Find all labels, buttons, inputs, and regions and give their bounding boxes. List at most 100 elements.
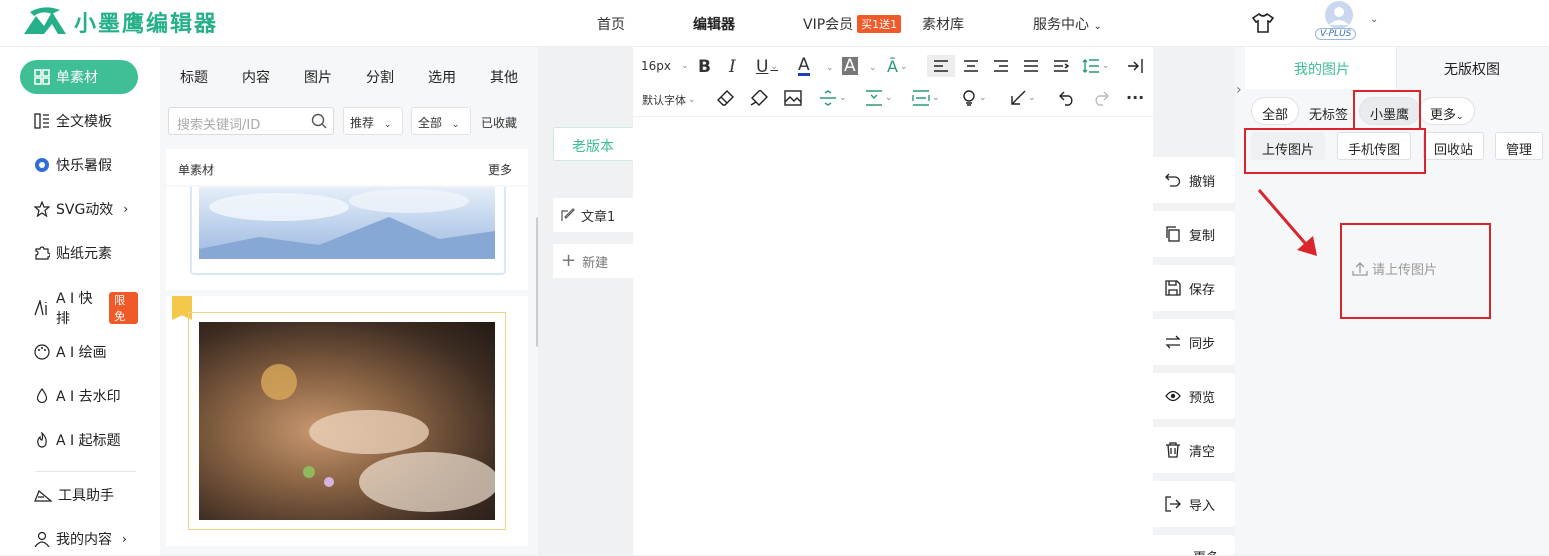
paragraph-spacing-icon[interactable]: ⌄ bbox=[865, 90, 893, 106]
tshirt-icon[interactable] bbox=[1252, 13, 1274, 33]
margin-icon[interactable]: ⌄ bbox=[912, 90, 940, 106]
section-more-link[interactable]: 更多 bbox=[488, 161, 512, 178]
tab-other[interactable]: 其他 bbox=[490, 67, 518, 87]
annotation-arrow-icon bbox=[1257, 189, 1317, 256]
material-card-sky[interactable] bbox=[166, 187, 528, 290]
lightbulb-icon[interactable]: ⌄ bbox=[961, 90, 987, 106]
material-card-photo[interactable] bbox=[166, 296, 528, 546]
background-color-icon[interactable]: A bbox=[842, 57, 858, 75]
nav-editor[interactable]: 编辑器 bbox=[693, 14, 735, 34]
more-button[interactable]: 更多 bbox=[1153, 535, 1235, 555]
collapse-chevron-icon[interactable]: › bbox=[1236, 82, 1242, 98]
sky-image bbox=[199, 187, 495, 259]
chevron-down-icon[interactable]: ⌄ bbox=[869, 63, 877, 73]
sidebar-item-ai-watermark[interactable]: A I 去水印 bbox=[20, 379, 138, 413]
align-right-icon[interactable] bbox=[993, 59, 1009, 73]
soccer-ball-icon bbox=[35, 158, 49, 172]
text-effect-icon[interactable]: Ā ⌄ bbox=[887, 57, 908, 76]
editor-canvas[interactable] bbox=[633, 47, 1153, 555]
search-icon[interactable] bbox=[311, 113, 327, 129]
tab-free-images-label: 无版权图 bbox=[1444, 62, 1500, 78]
old-version-button[interactable]: 老版本 bbox=[553, 127, 633, 161]
format-brush-icon[interactable] bbox=[750, 90, 768, 106]
clear-button[interactable]: 清空 bbox=[1153, 427, 1235, 473]
undo-icon[interactable] bbox=[1059, 90, 1075, 106]
italic-icon[interactable]: I bbox=[729, 57, 736, 77]
font-size-select[interactable]: 16px ⌄ bbox=[641, 59, 689, 73]
chip-more-label: 更多 bbox=[1430, 108, 1457, 123]
chip-all[interactable]: 全部 bbox=[1251, 97, 1300, 125]
highlight-box-upload bbox=[1244, 128, 1426, 174]
more-options-icon[interactable]: ··· bbox=[1126, 88, 1144, 107]
sidebar-item-summer[interactable]: 快乐暑假 bbox=[20, 148, 138, 182]
tab-used[interactable]: 选用 bbox=[428, 67, 456, 87]
recycle-bin-button[interactable]: 回收站 bbox=[1423, 132, 1485, 160]
font-family-select[interactable]: 默认字体 ⌄ bbox=[642, 92, 696, 108]
manage-button[interactable]: 管理 bbox=[1495, 132, 1544, 160]
sync-button[interactable]: 同步 bbox=[1153, 319, 1235, 365]
underline-icon[interactable]: U ⌄ bbox=[756, 57, 778, 77]
font-size-value: 16px bbox=[641, 59, 671, 73]
editor-toolbar: 16px ⌄ B I U ⌄ A ⌄ A ⌄ Ā ⌄ ⌄ 默认字体 ⌄ ⌄ ⌄ ⌄ ⌄ ⌄ … bbox=[633, 47, 1153, 117]
sidebar-item-my-content[interactable]: 我的内容 › bbox=[20, 522, 138, 556]
nav-materials[interactable]: 素材库 bbox=[922, 14, 964, 34]
sidebar-item-ai-layout[interactable]: A I 快排 限免 bbox=[20, 291, 138, 327]
chevron-down-icon[interactable]: ⌄ bbox=[1370, 14, 1378, 25]
sidebar-item-stickers[interactable]: 贴纸元素 bbox=[20, 236, 138, 270]
free-badge: 限免 bbox=[109, 292, 138, 324]
import-button[interactable]: 导入 bbox=[1153, 481, 1235, 527]
new-article-button[interactable]: + 新建 bbox=[553, 244, 633, 278]
indent-icon[interactable] bbox=[1053, 59, 1069, 73]
copy-button[interactable]: 复制 bbox=[1153, 211, 1235, 257]
font-family-value: 默认字体 bbox=[642, 94, 686, 107]
tab-divider[interactable]: 分割 bbox=[366, 67, 394, 87]
sidebar-item-tools[interactable]: 工具助手 bbox=[20, 478, 138, 512]
preview-button[interactable]: 预览 bbox=[1153, 373, 1235, 419]
scope-dropdown[interactable]: 全部 ⌄ bbox=[411, 107, 471, 135]
sidebar-item-full-template[interactable]: 全文模板 bbox=[20, 104, 138, 138]
tab-free-images[interactable]: 无版权图 bbox=[1396, 47, 1549, 89]
nav-vip[interactable]: VIP会员 买1送1 bbox=[803, 14, 902, 34]
redo-icon[interactable] bbox=[1093, 90, 1109, 106]
save-button[interactable]: 保存 bbox=[1153, 265, 1235, 311]
chevron-down-icon[interactable]: ⌄ bbox=[826, 63, 834, 73]
user-avatar[interactable]: V-PLUS bbox=[1313, 1, 1363, 45]
logo[interactable]: 小墨鹰编辑器 bbox=[22, 6, 218, 38]
exit-icon[interactable] bbox=[1127, 58, 1143, 74]
sidebar-item-svg-effects[interactable]: SVG动效 › bbox=[20, 192, 138, 226]
image-insert-icon[interactable] bbox=[784, 90, 802, 106]
nav-service[interactable]: 服务中心 ⌄ bbox=[1033, 14, 1102, 34]
sidebar-item-single-material[interactable]: 单素材 bbox=[20, 60, 138, 94]
drop-icon bbox=[36, 388, 48, 404]
align-center-icon[interactable] bbox=[963, 59, 979, 73]
favorites-link[interactable]: 已收藏 bbox=[481, 114, 517, 131]
undo-button[interactable]: 撤销 bbox=[1153, 157, 1235, 203]
sidebar-item-ai-title[interactable]: A I 起标题 bbox=[20, 423, 138, 457]
search-input[interactable]: 搜索关键词/ID bbox=[168, 107, 334, 135]
sort-dropdown[interactable]: 推荐 ⌄ bbox=[343, 107, 403, 135]
star-icon bbox=[34, 201, 50, 217]
more-label: 更多 bbox=[1193, 547, 1219, 555]
sidebar-item-label: 全文模板 bbox=[56, 114, 112, 130]
tab-content[interactable]: 内容 bbox=[242, 67, 270, 87]
chip-untagged[interactable]: 无标签 bbox=[1298, 97, 1359, 125]
flame-icon bbox=[37, 432, 47, 448]
font-color-icon[interactable]: A bbox=[798, 57, 810, 76]
sidebar-item-ai-paint[interactable]: A I 绘画 bbox=[20, 335, 138, 369]
divider-spacing-icon[interactable]: ⌄ bbox=[819, 90, 847, 106]
image-tabs: 我的图片 无版权图 bbox=[1245, 47, 1549, 89]
bold-icon[interactable]: B bbox=[698, 57, 711, 77]
tab-title[interactable]: 标题 bbox=[180, 67, 208, 87]
article-tab[interactable]: 文章1 bbox=[553, 198, 633, 232]
align-justify-icon[interactable] bbox=[1023, 59, 1039, 73]
tab-image[interactable]: 图片 bbox=[304, 67, 332, 87]
chevron-down-icon: ⌄ bbox=[979, 93, 987, 103]
line-height-icon[interactable]: ⌄ bbox=[1082, 58, 1110, 74]
nav-home[interactable]: 首页 bbox=[597, 14, 625, 34]
tab-my-images[interactable]: 我的图片 bbox=[1294, 59, 1350, 79]
align-left-icon[interactable] bbox=[927, 55, 955, 77]
eraser-icon[interactable] bbox=[717, 90, 735, 106]
chip-more[interactable]: 更多⌄ bbox=[1419, 97, 1475, 125]
arrow-direction-icon[interactable]: ⌄ bbox=[1010, 90, 1036, 106]
grid-icon bbox=[34, 69, 50, 85]
